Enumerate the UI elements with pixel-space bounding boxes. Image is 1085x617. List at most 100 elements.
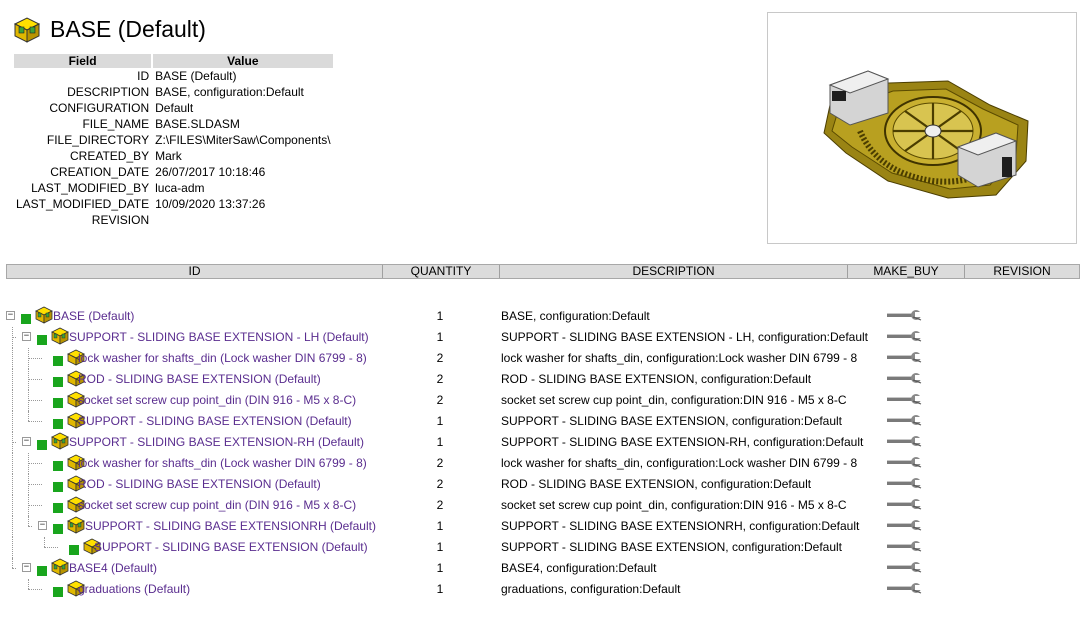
value-column-header: Value: [153, 54, 333, 68]
bom-item-id-link[interactable]: SUPPORT - SLIDING BASE EXTENSION - LH (D…: [69, 330, 369, 344]
bom-row[interactable]: lock washer for shafts_din (Lock washer …: [0, 348, 1085, 369]
collapse-toggle-icon[interactable]: −: [6, 311, 15, 320]
tree-guide-line: [12, 558, 13, 568]
property-field: ID: [137, 69, 150, 83]
bom-item-id-link[interactable]: BASE4 (Default): [69, 561, 157, 575]
property-row: FILE_NAME BASE.SLDASM: [14, 116, 333, 132]
bom-item-description: socket set screw cup point_din, configur…: [501, 498, 847, 512]
assembly-icon: [13, 17, 41, 43]
bom-row[interactable]: ROD - SLIDING BASE EXTENSION (Default) 2 R…: [0, 474, 1085, 495]
wrench-icon[interactable]: [885, 414, 925, 426]
bom-col-description[interactable]: DESCRIPTION: [500, 265, 848, 278]
bom-item-quantity: 1: [436, 540, 444, 554]
bom-row[interactable]: socket set screw cup point_din (DIN 916 …: [0, 495, 1085, 516]
tree-guide-line: [12, 516, 13, 537]
property-value: Z:\FILES\MiterSaw\Components\: [155, 133, 331, 147]
bom-row[interactable]: − BASE (Default) 1 BASE, configuration:Defa…: [0, 306, 1085, 327]
bom-item-id-link[interactable]: socket set screw cup point_din (DIN 916 …: [78, 393, 356, 407]
bom-item-quantity: 1: [436, 414, 444, 428]
collapse-toggle-icon[interactable]: −: [22, 563, 31, 572]
assembly-icon: [51, 558, 69, 576]
bom-header: ID QUANTITY DESCRIPTION MAKE_BUY REVISIO…: [6, 264, 1080, 279]
wrench-icon[interactable]: [885, 330, 925, 342]
bom-col-id[interactable]: ID: [7, 265, 383, 278]
tree-guide-line: [28, 526, 32, 527]
bom-row[interactable]: SUPPORT - SLIDING BASE EXTENSION (Defaul…: [0, 537, 1085, 558]
bom-row[interactable]: − BASE4 (Default) 1 BASE4, configuration:De…: [0, 558, 1085, 579]
status-square-icon: [37, 566, 47, 576]
collapse-toggle-icon[interactable]: −: [22, 332, 31, 341]
bom-item-description: lock washer for shafts_din, configuratio…: [501, 456, 858, 470]
wrench-icon[interactable]: [885, 582, 925, 594]
property-value: [153, 212, 332, 228]
bom-col-quantity[interactable]: QUANTITY: [383, 265, 500, 278]
bom-item-id-link[interactable]: ROD - SLIDING BASE EXTENSION (Default): [78, 372, 321, 386]
bom-tree: − BASE (Default) 1 BASE, configuration:Defa…: [0, 306, 1085, 600]
wrench-icon[interactable]: [885, 372, 925, 384]
bom-row[interactable]: graduations (Default) 1 graduations, confi…: [0, 579, 1085, 600]
collapse-toggle-icon[interactable]: −: [22, 437, 31, 446]
collapse-toggle-icon[interactable]: −: [38, 521, 47, 530]
property-field: REVISION: [91, 213, 150, 227]
bom-item-quantity: 1: [436, 330, 444, 344]
tree-guide-line: [28, 516, 29, 526]
wrench-icon[interactable]: [885, 477, 925, 489]
tree-guide-line: [28, 400, 42, 401]
bom-item-description: SUPPORT - SLIDING BASE EXTENSION - LH, c…: [501, 330, 869, 344]
status-square-icon: [53, 377, 63, 387]
bom-item-quantity: 2: [436, 351, 444, 365]
property-value: BASE (Default): [155, 69, 237, 83]
wrench-icon[interactable]: [885, 309, 925, 321]
property-row: CONFIGURATION Default: [14, 100, 333, 116]
bom-item-description: SUPPORT - SLIDING BASE EXTENSION, config…: [501, 540, 843, 554]
bom-item-quantity: 2: [436, 477, 444, 491]
property-row: FILE_DIRECTORY Z:\FILES\MiterSaw\Componen…: [14, 132, 333, 148]
wrench-icon[interactable]: [885, 456, 925, 468]
bom-row[interactable]: − SUPPORT - SLIDING BASE EXTENSION-RH (De…: [0, 432, 1085, 453]
bom-item-id-link[interactable]: SUPPORT - SLIDING BASE EXTENSION (Defaul…: [94, 540, 368, 554]
property-field: FILE_DIRECTORY: [46, 133, 150, 147]
properties-table: Field Value ID BASE (Default) DESCRIPTION B…: [12, 54, 335, 228]
property-field: DESCRIPTION: [67, 85, 150, 99]
bom-row[interactable]: socket set screw cup point_din (DIN 916 …: [0, 390, 1085, 411]
bom-col-revision[interactable]: REVISION: [965, 265, 1079, 278]
property-row: CREATED_BY Mark: [14, 148, 333, 164]
tree-guide-line: [12, 390, 13, 411]
bom-row[interactable]: lock washer for shafts_din (Lock washer …: [0, 453, 1085, 474]
bom-item-quantity: 1: [436, 435, 444, 449]
bom-row[interactable]: − SUPPORT - SLIDING BASE EXTENSIONRH (Def…: [0, 516, 1085, 537]
bom-row[interactable]: ROD - SLIDING BASE EXTENSION (Default) 2 R…: [0, 369, 1085, 390]
bom-item-id-link[interactable]: BASE (Default): [53, 309, 134, 323]
tree-guide-line: [12, 348, 13, 369]
bom-item-id-link[interactable]: lock washer for shafts_din (Lock washer …: [78, 456, 367, 470]
bom-item-id-link[interactable]: ROD - SLIDING BASE EXTENSION (Default): [78, 477, 321, 491]
tree-guide-line: [12, 411, 13, 432]
wrench-icon[interactable]: [885, 351, 925, 363]
bom-item-id-link[interactable]: socket set screw cup point_din (DIN 916 …: [78, 498, 356, 512]
wrench-icon[interactable]: [885, 393, 925, 405]
bom-row[interactable]: SUPPORT - SLIDING BASE EXTENSION (Defaul…: [0, 411, 1085, 432]
page-title: BASE (Default): [50, 16, 206, 42]
tree-guide-line: [12, 369, 13, 390]
bom-row[interactable]: − SUPPORT - SLIDING BASE EXTENSION - LH (…: [0, 327, 1085, 348]
bom-item-quantity: 2: [436, 498, 444, 512]
bom-item-id-link[interactable]: SUPPORT - SLIDING BASE EXTENSIONRH (Defa…: [85, 519, 376, 533]
property-row: CREATION_DATE 26/07/2017 10:18:46: [14, 164, 333, 180]
wrench-icon[interactable]: [885, 498, 925, 510]
bom-item-id-link[interactable]: SUPPORT - SLIDING BASE EXTENSION-RH (Def…: [69, 435, 364, 449]
bom-item-id-link[interactable]: SUPPORT - SLIDING BASE EXTENSION (Defaul…: [78, 414, 352, 428]
status-square-icon: [69, 545, 79, 555]
status-square-icon: [37, 335, 47, 345]
bom-item-quantity: 1: [436, 582, 444, 596]
wrench-icon[interactable]: [885, 435, 925, 447]
bom-item-id-link[interactable]: graduations (Default): [78, 582, 190, 596]
bom-item-description: ROD - SLIDING BASE EXTENSION, configurat…: [501, 372, 812, 386]
wrench-icon[interactable]: [885, 540, 925, 552]
status-square-icon: [53, 461, 63, 471]
wrench-icon[interactable]: [885, 519, 925, 531]
bom-item-id-link[interactable]: lock washer for shafts_din (Lock washer …: [78, 351, 367, 365]
wrench-icon[interactable]: [885, 561, 925, 573]
bom-col-make-buy[interactable]: MAKE_BUY: [848, 265, 965, 278]
tree-guide-line: [12, 474, 13, 495]
page-header: BASE (Default): [12, 14, 206, 44]
